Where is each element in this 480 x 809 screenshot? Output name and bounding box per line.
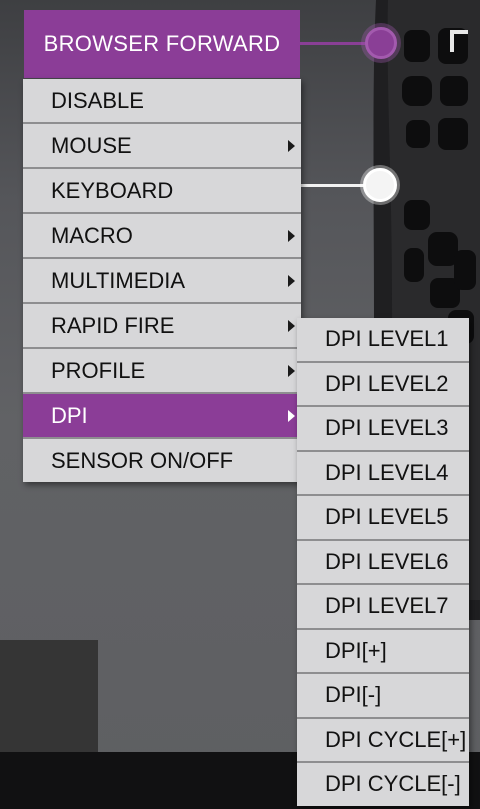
submenu-item-dpi-level5[interactable]: DPI LEVEL5 — [297, 496, 469, 541]
dpi-submenu: DPI LEVEL1 DPI LEVEL2 DPI LEVEL3 DPI LEV… — [297, 318, 469, 806]
menu-item-profile[interactable]: PROFILE — [23, 349, 301, 394]
menu-item-rapid-fire[interactable]: RAPID FIRE — [23, 304, 301, 349]
menu-item-label: MACRO — [51, 222, 133, 248]
submenu-item-dpi-down[interactable]: DPI[-] — [297, 674, 469, 719]
submenu-item-label: DPI LEVEL6 — [325, 548, 449, 574]
submenu-item-dpi-cycle-down[interactable]: DPI CYCLE[-] — [297, 763, 469, 806]
submenu-item-dpi-cycle-up[interactable]: DPI CYCLE[+] — [297, 719, 469, 763]
chevron-right-icon — [288, 319, 295, 332]
menu-item-label: DISABLE — [51, 87, 144, 113]
menu-item-macro[interactable]: MACRO — [23, 214, 301, 259]
connector-line-active — [300, 42, 370, 45]
menu-item-label: KEYBOARD — [51, 177, 174, 203]
menu-item-sensor-toggle[interactable]: SENSOR ON/OFF — [23, 439, 301, 482]
menu-item-label: MOUSE — [51, 132, 132, 158]
chevron-right-icon — [288, 364, 295, 377]
menu-item-label: PROFILE — [51, 357, 146, 383]
submenu-item-label: DPI CYCLE[+] — [325, 726, 467, 752]
menu-item-multimedia[interactable]: MULTIMEDIA — [23, 259, 301, 304]
connector-line — [300, 184, 364, 187]
submenu-item-dpi-level3[interactable]: DPI LEVEL3 — [297, 407, 469, 452]
submenu-item-label: DPI CYCLE[-] — [325, 771, 461, 797]
submenu-item-label: DPI LEVEL4 — [325, 459, 449, 485]
submenu-item-label: DPI[-] — [325, 682, 382, 708]
menu-item-label: DPI — [51, 402, 88, 428]
menu-item-mouse[interactable]: MOUSE — [23, 124, 301, 169]
chevron-right-icon — [288, 229, 295, 242]
submenu-item-label: DPI[+] — [325, 637, 387, 663]
menu-header: BROWSER FORWARD — [24, 10, 300, 78]
submenu-item-dpi-level6[interactable]: DPI LEVEL6 — [297, 541, 469, 585]
function-menu: DISABLE MOUSE KEYBOARD MACRO MULTIMEDIA … — [23, 79, 301, 482]
submenu-item-dpi-level7[interactable]: DPI LEVEL7 — [297, 585, 469, 630]
submenu-item-label: DPI LEVEL7 — [325, 593, 449, 619]
submenu-item-dpi-level1[interactable]: DPI LEVEL1 — [297, 318, 469, 363]
chevron-right-icon — [288, 409, 295, 422]
submenu-item-label: DPI LEVEL2 — [325, 370, 449, 396]
menu-item-label: RAPID FIRE — [51, 312, 175, 338]
button-marker-active[interactable] — [365, 27, 397, 59]
chevron-right-icon — [288, 274, 295, 287]
menu-item-label: SENSOR ON/OFF — [51, 447, 234, 473]
menu-item-keyboard[interactable]: KEYBOARD — [23, 169, 301, 214]
submenu-item-dpi-up[interactable]: DPI[+] — [297, 630, 469, 674]
submenu-item-label: DPI LEVEL3 — [325, 415, 449, 441]
submenu-item-label: DPI LEVEL1 — [325, 326, 449, 352]
submenu-item-dpi-level4[interactable]: DPI LEVEL4 — [297, 452, 469, 496]
submenu-item-dpi-level2[interactable]: DPI LEVEL2 — [297, 363, 469, 407]
chevron-right-icon — [288, 139, 295, 152]
button-marker[interactable] — [363, 168, 397, 202]
menu-item-dpi[interactable]: DPI — [23, 394, 301, 439]
menu-item-label: MULTIMEDIA — [51, 267, 186, 293]
menu-header-label: BROWSER FORWARD — [43, 31, 281, 56]
menu-item-disable[interactable]: DISABLE — [23, 79, 301, 124]
submenu-item-label: DPI LEVEL5 — [325, 504, 449, 530]
